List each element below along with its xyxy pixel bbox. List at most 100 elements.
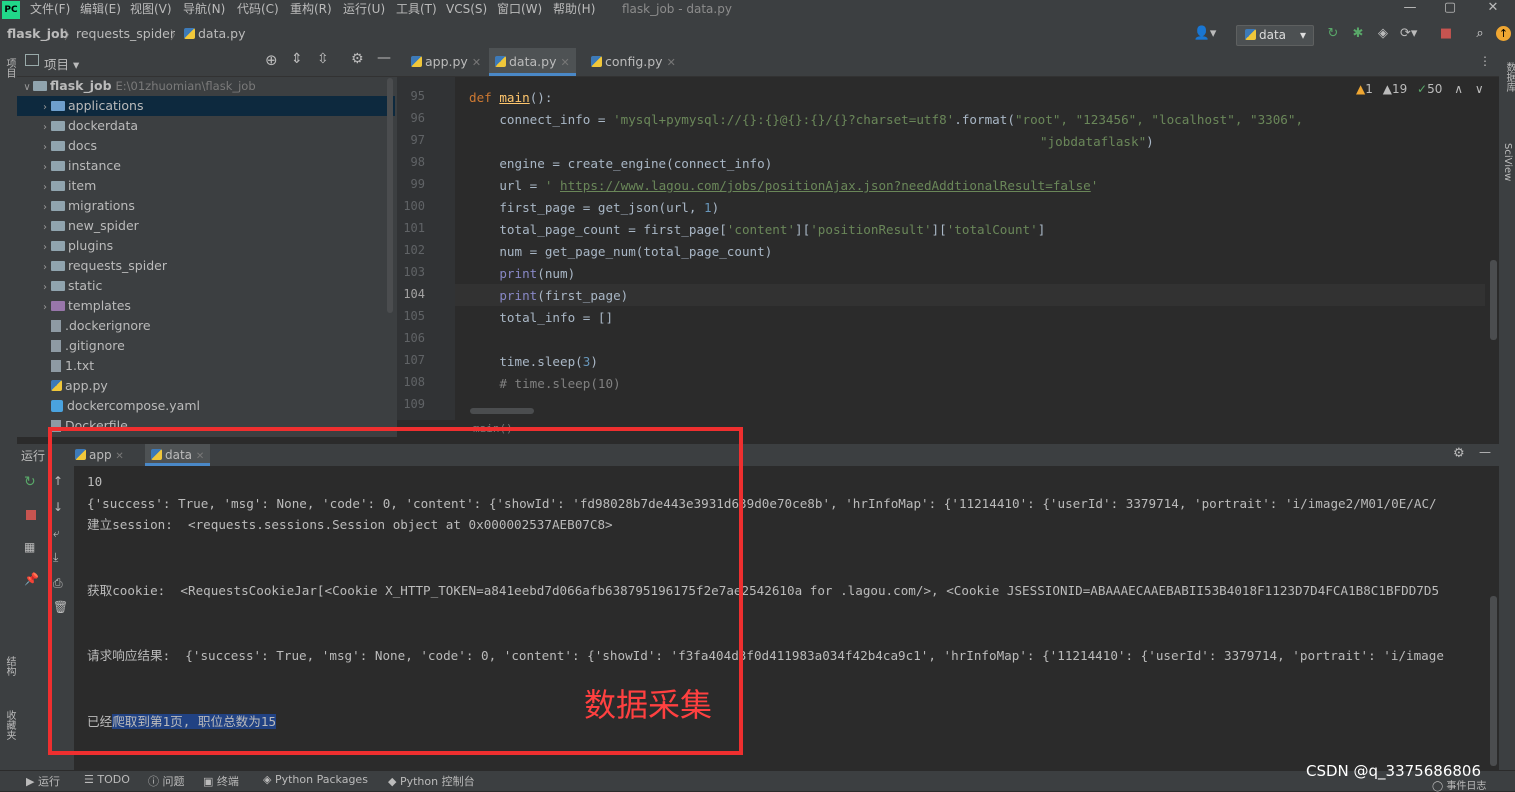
tab-data-py[interactable]: data.py ✕: [489, 48, 576, 76]
profile-icon[interactable]: ⟳▾: [1400, 26, 1417, 42]
run-tab-app[interactable]: app ✕: [71, 444, 128, 466]
tree-item[interactable]: app.py: [17, 376, 395, 396]
menu-window[interactable]: 窗口(W): [497, 0, 542, 22]
collapse-all-icon[interactable]: ⇳: [317, 51, 329, 67]
arrow-up-icon[interactable]: ↑: [53, 474, 63, 488]
gear-icon[interactable]: ⚙: [351, 51, 364, 67]
tree-item[interactable]: › plugins: [17, 236, 395, 256]
project-scrollbar[interactable]: [387, 78, 393, 313]
url-link[interactable]: https://www.lagou.com/jobs/positionAjax.…: [560, 178, 1091, 193]
debug-icon[interactable]: ✱: [1350, 26, 1366, 42]
breadcrumb-folder[interactable]: requests_spider: [76, 26, 175, 41]
tab-app-py[interactable]: app.py ✕: [405, 48, 487, 76]
menu-bar: PC 文件(F) 编辑(E) 视图(V) 导航(N) 代码(C) 重构(R) 运…: [0, 0, 1515, 22]
chevron-up-icon[interactable]: ∧: [1454, 82, 1463, 96]
tool-run[interactable]: ▶ 运行: [26, 773, 60, 789]
tree-item[interactable]: › instance: [17, 156, 395, 176]
menu-view[interactable]: 视图(V): [130, 0, 172, 22]
scroll-to-end-icon[interactable]: ⤓: [53, 550, 58, 565]
project-view-select[interactable]: 项目 ▾: [44, 54, 79, 73]
inspection-widget[interactable]: ▲1 ▲19 ✓50 ∧ ∨: [1356, 82, 1484, 96]
menu-file[interactable]: 文件(F): [30, 0, 70, 22]
close-icon[interactable]: ✕: [1478, 0, 1508, 18]
console-scrollbar[interactable]: [1490, 596, 1497, 766]
breadcrumb-project[interactable]: flask_job: [7, 26, 69, 41]
database-tool-tab[interactable]: 数据库: [1502, 62, 1515, 92]
tree-item[interactable]: › static: [17, 276, 395, 296]
chevron-down-icon[interactable]: ∨: [1475, 82, 1484, 96]
favorites-tool-tab[interactable]: 收藏夹: [2, 710, 17, 740]
hide-panel-icon[interactable]: —: [377, 50, 391, 66]
print-icon[interactable]: ⎙: [53, 576, 63, 591]
tree-item[interactable]: 1.txt: [17, 356, 395, 376]
selected-text[interactable]: 爬取到第1页, 职位总数为15: [112, 714, 277, 729]
menu-run[interactable]: 运行(U): [343, 0, 385, 22]
tree-item[interactable]: dockercompose.yaml: [17, 396, 395, 416]
user-icon[interactable]: 👤▾: [1192, 26, 1218, 42]
minimize-icon[interactable]: —: [1395, 0, 1425, 18]
menu-code[interactable]: 代码(C): [237, 0, 279, 22]
expand-all-icon[interactable]: ⇕: [291, 51, 303, 67]
arrow-down-icon[interactable]: ↓: [53, 500, 63, 514]
close-tab-icon[interactable]: ✕: [196, 451, 204, 462]
coverage-icon[interactable]: ◈: [1375, 26, 1391, 42]
layout-icon[interactable]: ▦: [24, 540, 35, 554]
tree-item[interactable]: › docs: [17, 136, 395, 156]
close-tab-icon[interactable]: ✕: [667, 56, 676, 69]
tool-python-console[interactable]: ◆ Python 控制台: [388, 773, 475, 789]
tree-item[interactable]: Dockerfile: [17, 416, 395, 436]
menu-help[interactable]: 帮助(H): [553, 0, 595, 22]
tree-item[interactable]: › dockerdata: [17, 116, 395, 136]
maximize-icon[interactable]: ▢: [1435, 0, 1465, 18]
menu-vcs[interactable]: VCS(S): [446, 0, 487, 22]
tool-problems[interactable]: ⓘ 问题: [148, 773, 185, 789]
trash-icon[interactable]: 🗑: [53, 600, 68, 614]
console-output[interactable]: 10 {'success': True, 'msg': None, 'code'…: [74, 466, 1497, 770]
tree-item[interactable]: .dockerignore: [17, 316, 395, 336]
sciview-tool-tab[interactable]: SciView: [1502, 143, 1513, 181]
tab-config-py[interactable]: config.py ✕: [585, 48, 682, 76]
tree-item[interactable]: › requests_spider: [17, 256, 395, 276]
rerun-icon[interactable]: ↻: [24, 474, 36, 490]
tool-python-packages[interactable]: ◈ Python Packages: [263, 773, 368, 786]
soft-wrap-icon[interactable]: ⤶: [53, 526, 60, 541]
tree-item[interactable]: › applications: [17, 96, 395, 116]
stop-icon[interactable]: ■: [1438, 26, 1454, 42]
project-tool-tab[interactable]: 项目: [2, 58, 17, 78]
menu-navigate[interactable]: 导航(N): [183, 0, 225, 22]
run-config-select[interactable]: data ▾: [1236, 25, 1314, 46]
close-tab-icon[interactable]: ✕: [472, 56, 481, 69]
tool-terminal[interactable]: ▣ 终端: [203, 773, 239, 789]
tree-item[interactable]: › migrations: [17, 196, 395, 216]
breadcrumb-file[interactable]: data.py: [184, 26, 245, 41]
tree-item[interactable]: › item: [17, 176, 395, 196]
tree-item[interactable]: › new_spider: [17, 216, 395, 236]
folder-icon: [51, 161, 65, 171]
tool-todo[interactable]: ☰ TODO: [84, 773, 130, 786]
close-tab-icon[interactable]: ✕: [115, 451, 123, 462]
run-tab-data[interactable]: data ✕: [145, 444, 211, 466]
rerun-icon[interactable]: ↻: [1325, 26, 1341, 42]
run-tab-label: data: [165, 448, 193, 462]
menu-edit[interactable]: 编辑(E): [80, 0, 121, 22]
code-editor[interactable]: def main(): connect_info = 'mysql+pymysq…: [455, 77, 1485, 420]
editor-scrollbar[interactable]: [1490, 260, 1497, 340]
hide-panel-icon[interactable]: —: [1479, 445, 1491, 459]
menu-refactor[interactable]: 重构(R): [290, 0, 332, 22]
menu-tools[interactable]: 工具(T): [396, 0, 437, 22]
breadcrumb-scope[interactable]: main(): [473, 422, 513, 435]
update-icon[interactable]: ↑: [1496, 26, 1511, 41]
terminal-icon: ▣: [203, 775, 217, 788]
tree-item[interactable]: .gitignore: [17, 336, 395, 356]
locate-icon[interactable]: ⊕: [265, 51, 278, 69]
tree-item[interactable]: › templates: [17, 296, 395, 316]
structure-tool-tab[interactable]: 结构: [2, 656, 17, 676]
stop-icon[interactable]: [26, 510, 36, 520]
tree-root[interactable]: ∨ flask_job E:\01zhuomian\flask_job: [17, 76, 395, 96]
gear-icon[interactable]: ⚙: [1453, 446, 1465, 461]
close-tab-icon[interactable]: ✕: [560, 56, 569, 69]
tab-menu-icon[interactable]: ⋮: [1479, 54, 1491, 68]
editor-hscrollbar[interactable]: [470, 408, 534, 414]
pin-icon[interactable]: 📌: [24, 572, 39, 586]
search-icon[interactable]: ⌕: [1472, 26, 1488, 42]
